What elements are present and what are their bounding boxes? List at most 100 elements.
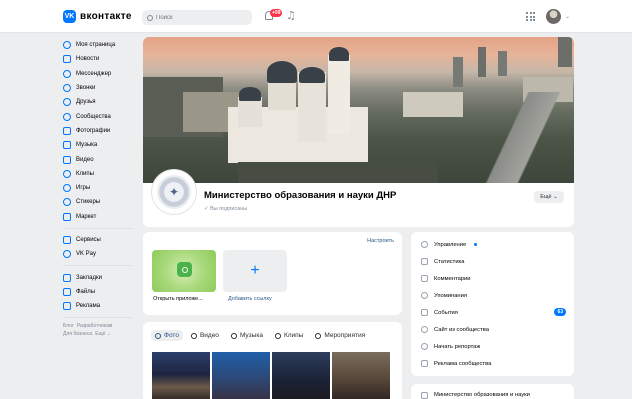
search-icon <box>147 14 153 21</box>
menu-item-label: Сайт из сообщества <box>434 326 489 333</box>
sidebar-item-stickers[interactable]: Стикеры <box>63 195 138 209</box>
sidebar-item-music[interactable]: Музыка <box>63 138 138 152</box>
tab-photos[interactable]: Фото <box>151 330 183 341</box>
left-sidebar: Моя страница Новости Мессенджер Звонки Д… <box>63 38 138 338</box>
globe-icon <box>421 326 428 333</box>
footer-link-blog[interactable]: Блог <box>63 323 74 329</box>
photo-thumbnail[interactable] <box>332 352 390 399</box>
sidebar-item-ads[interactable]: Реклама <box>63 299 138 313</box>
bookmark-icon <box>63 273 71 282</box>
sidebar-divider <box>63 227 133 229</box>
clips-icon <box>63 169 71 178</box>
sidebar-item-label: Закладки <box>76 274 102 281</box>
ads-icon <box>63 302 71 311</box>
menu-item-site[interactable]: Сайт из сообщества <box>411 321 574 338</box>
sidebar-item-clips[interactable]: Клипы <box>63 167 138 181</box>
photo-thumbnail[interactable] <box>272 352 330 399</box>
sidebar-item-label: Фотографии <box>76 127 111 134</box>
media-tabs: Фото Видео Музыка Клипы Мероприятия <box>151 330 369 341</box>
footer-link-more[interactable]: Ещё ⌄ <box>95 331 111 337</box>
open-app-label[interactable]: Открыть приложе... <box>153 296 203 302</box>
sidebar-item-calls[interactable]: Звонки <box>63 81 138 95</box>
add-link-tile[interactable]: + <box>223 250 287 292</box>
sidebar-item-games[interactable]: Игры <box>63 181 138 195</box>
vkpay-icon <box>63 250 71 259</box>
vk-logo[interactable]: VK вконтакте <box>63 10 132 23</box>
news-icon <box>63 55 71 64</box>
sidebar-item-services[interactable]: Сервисы <box>63 233 138 247</box>
footer-link-business[interactable]: Для бизнеса <box>63 331 92 337</box>
notifications-count-badge: +99 <box>270 9 283 17</box>
chevron-down-icon[interactable]: ⌄ <box>565 13 570 20</box>
sidebar-item-files[interactable]: Файлы <box>63 285 138 299</box>
menu-item-mentions[interactable]: Упоминания <box>411 287 574 304</box>
sidebar-item-my-page[interactable]: Моя страница <box>63 38 138 52</box>
megaphone-icon <box>421 360 428 367</box>
menu-item-events[interactable]: События 63 <box>411 304 574 321</box>
search-box[interactable] <box>142 10 252 25</box>
sidebar-item-label: Файлы <box>76 288 96 295</box>
menu-item-ads[interactable]: Реклама сообщества <box>411 355 574 372</box>
subscribed-status[interactable]: ✓ Вы подписаны <box>204 206 247 212</box>
search-input[interactable] <box>156 14 246 21</box>
vk-logo-icon: VK <box>63 10 76 23</box>
top-bar: VK вконтакте +99 ♫ ⌄ <box>0 0 632 33</box>
music-note-icon[interactable]: ♫ <box>286 9 296 22</box>
sidebar-item-communities[interactable]: Сообщества <box>63 109 138 123</box>
stats-icon <box>421 258 428 265</box>
sidebar-item-market[interactable]: Маркет <box>63 210 138 224</box>
events-count-badge: 63 <box>554 308 566 316</box>
footer-link-developers[interactable]: Разработчикам <box>77 323 113 329</box>
list-icon <box>421 391 428 399</box>
tab-label: Мероприятия <box>324 332 366 339</box>
sidebar-item-label: Игры <box>76 185 91 192</box>
sidebar-item-label: Видео <box>76 156 94 163</box>
menu-item-label: Реклама сообщества <box>434 360 492 367</box>
sidebar-item-news[interactable]: Новости <box>63 52 138 66</box>
tab-video[interactable]: Видео <box>187 330 223 341</box>
photo-thumbnail[interactable] <box>212 352 270 399</box>
menu-item-statistics[interactable]: Статистика <box>411 253 574 270</box>
clips-icon <box>274 332 281 339</box>
group-avatar[interactable]: ✦ <box>152 170 196 214</box>
music-icon <box>230 332 237 339</box>
tab-events[interactable]: Мероприятия <box>311 330 369 341</box>
group-header-card: Министерство образования и науки ДНР ✓ В… <box>143 37 574 227</box>
sidebar-item-label: Маркет <box>76 213 97 220</box>
app-tile[interactable] <box>152 250 216 292</box>
group-more-button[interactable]: Ещё ⌄ <box>534 191 564 203</box>
tab-label: Фото <box>164 332 179 339</box>
menu-item-management[interactable]: Управление <box>411 236 574 253</box>
sidebar-item-photos[interactable]: Фотографии <box>63 124 138 138</box>
menu-item-label: Начать репортаж <box>434 343 481 350</box>
tab-music[interactable]: Музыка <box>227 330 267 341</box>
friends-icon <box>63 98 71 107</box>
sidebar-item-friends[interactable]: Друзья <box>63 95 138 109</box>
sidebar-item-vkpay[interactable]: VK Pay <box>63 247 138 261</box>
new-indicator-dot <box>474 243 478 246</box>
mention-icon <box>421 292 428 299</box>
sidebar-item-label: Новости <box>76 56 100 63</box>
menu-item-label: Комментарии <box>434 275 471 282</box>
group-cover-image <box>143 37 574 183</box>
emblem-icon: ✦ <box>157 175 191 209</box>
apps-grid-icon[interactable] <box>526 12 535 21</box>
music-icon <box>63 141 71 150</box>
video-icon <box>63 155 71 164</box>
management-card: Управление Статистика Комментарии Упомин… <box>411 232 574 376</box>
menu-item-group-link[interactable]: Министерство образования и науки <box>411 384 574 399</box>
photo-thumbnail[interactable] <box>152 352 210 399</box>
sidebar-item-label: Друзья <box>76 99 96 106</box>
sidebar-item-video[interactable]: Видео <box>63 152 138 166</box>
tab-clips[interactable]: Клипы <box>271 330 307 341</box>
sidebar-item-messenger[interactable]: Мессенджер <box>63 67 138 81</box>
sidebar-item-label: Сообщества <box>76 113 111 120</box>
configure-link[interactable]: Настроить <box>367 238 394 244</box>
add-link-label[interactable]: Добавить ссылку <box>228 296 272 302</box>
sidebar-item-bookmarks[interactable]: Закладки <box>63 270 138 284</box>
menu-item-comments[interactable]: Комментарии <box>411 270 574 287</box>
tab-label: Видео <box>199 332 219 339</box>
chat-icon <box>63 69 71 78</box>
menu-item-broadcast[interactable]: Начать репортаж <box>411 338 574 355</box>
user-avatar[interactable] <box>546 9 561 24</box>
